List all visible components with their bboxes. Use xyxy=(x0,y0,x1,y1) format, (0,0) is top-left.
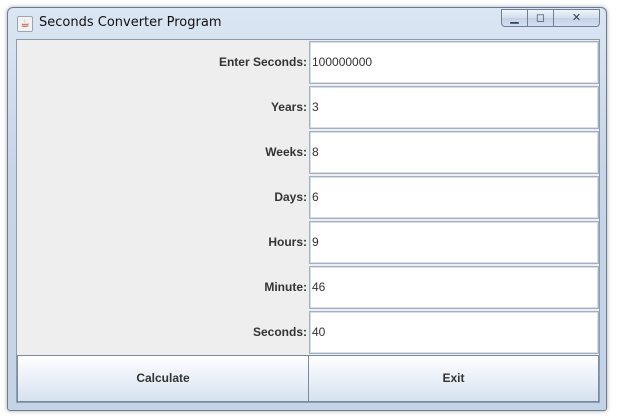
years-field[interactable]: 3 xyxy=(309,86,599,129)
enter-seconds-label: Enter Seconds: xyxy=(218,55,307,69)
java-cup-icon[interactable]: ☕ xyxy=(17,16,33,32)
app-window: ☕ Seconds Converter Program ▁ ◻ ✕ Enter … xyxy=(7,7,607,411)
enter-seconds-input[interactable]: 100000000 xyxy=(309,41,599,84)
years-row: Years: 3 xyxy=(17,85,599,130)
minimize-icon: ▁ xyxy=(510,11,519,24)
title-bar[interactable]: ☕ Seconds Converter Program ▁ ◻ ✕ xyxy=(8,8,606,36)
button-bar: Calculate Exit xyxy=(17,355,599,402)
hours-row: Hours: 9 xyxy=(17,220,599,265)
days-label: Days: xyxy=(274,190,307,204)
days-field[interactable]: 6 xyxy=(309,176,599,219)
exit-button[interactable]: Exit xyxy=(308,355,599,402)
hours-field[interactable]: 9 xyxy=(309,221,599,264)
close-button[interactable]: ✕ xyxy=(554,9,600,27)
close-icon: ✕ xyxy=(571,11,582,24)
enter-seconds-row: Enter Seconds: 100000000 xyxy=(17,40,599,85)
minute-row: Minute: 46 xyxy=(17,265,599,310)
window-controls: ▁ ◻ ✕ xyxy=(501,9,600,28)
days-row: Days: 6 xyxy=(17,175,599,220)
years-label: Years: xyxy=(270,100,307,114)
seconds-row: Seconds: 40 xyxy=(17,310,599,355)
seconds-field[interactable]: 40 xyxy=(309,311,599,354)
minute-field[interactable]: 46 xyxy=(309,266,599,309)
minimize-button[interactable]: ▁ xyxy=(501,9,528,27)
form-panel: Enter Seconds: 100000000 Years: 3 Weeks:… xyxy=(16,39,600,403)
weeks-row: Weeks: 8 xyxy=(17,130,599,175)
seconds-label: Seconds: xyxy=(252,325,307,339)
window-title: Seconds Converter Program xyxy=(39,15,222,30)
restore-icon: ◻ xyxy=(535,11,546,24)
hours-label: Hours: xyxy=(268,235,307,249)
weeks-field[interactable]: 8 xyxy=(309,131,599,174)
maximize-button[interactable]: ◻ xyxy=(528,9,554,27)
minute-label: Minute: xyxy=(264,280,307,294)
weeks-label: Weeks: xyxy=(265,145,307,159)
calculate-button[interactable]: Calculate xyxy=(17,355,309,402)
